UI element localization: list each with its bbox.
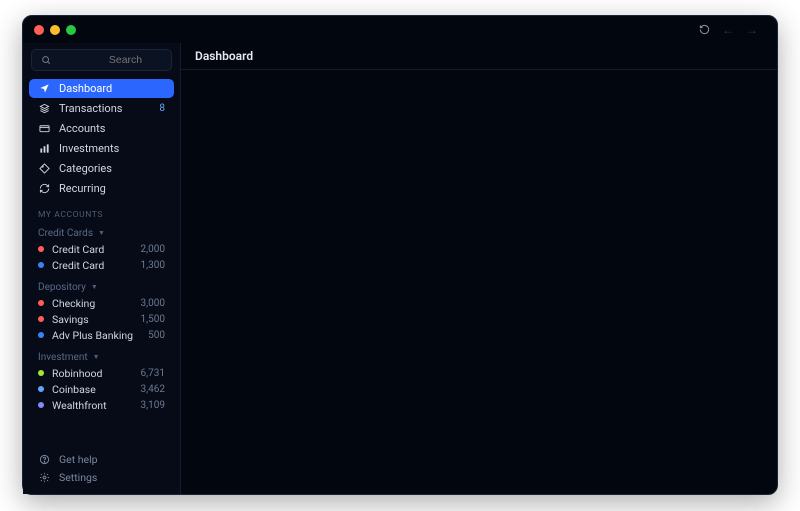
account-row[interactable]: Credit Card2,000 [29, 241, 174, 257]
nav-label: Accounts [59, 122, 105, 135]
header: Dashboard [181, 43, 777, 70]
search-icon [40, 54, 52, 66]
nav-label: Categories [59, 162, 112, 175]
section-header: My Accounts [29, 210, 174, 220]
nav-accounts[interactable]: Accounts [29, 119, 174, 138]
chevron-down-icon: ▼ [93, 353, 100, 361]
account-row[interactable]: Robinhood6,731 [29, 365, 174, 381]
nav-label: Dashboard [59, 82, 112, 95]
color-dot [38, 316, 44, 322]
settings-link[interactable]: Settings [29, 468, 174, 486]
color-dot [38, 246, 44, 252]
color-dot [38, 300, 44, 306]
color-dot [38, 402, 44, 408]
refresh-icon[interactable] [699, 24, 710, 35]
group-depository[interactable]: Depository▼ [29, 279, 174, 295]
nav-investments[interactable]: Investments [29, 139, 174, 158]
nav-categories[interactable]: Categories [29, 159, 174, 178]
nav-transactions[interactable]: Transactions 8 [29, 99, 174, 118]
layers-icon [38, 103, 50, 115]
search-box[interactable] [31, 49, 172, 71]
location-arrow-icon [38, 83, 50, 95]
chevron-down-icon: ▼ [98, 229, 105, 237]
maximize-button[interactable] [66, 25, 76, 35]
account-row[interactable]: Savings1,500 [29, 311, 174, 327]
color-dot [38, 386, 44, 392]
help-icon [38, 453, 50, 465]
nav-label: Recurring [59, 182, 106, 195]
sidebar: Dashboard Transactions 8 Accounts Invest… [23, 43, 181, 494]
traffic-lights [34, 25, 76, 35]
forward-icon[interactable]: → [746, 23, 758, 37]
repeat-icon [38, 183, 50, 195]
nav-recurring[interactable]: Recurring [29, 179, 174, 198]
group-investment[interactable]: Investment▼ [29, 349, 174, 365]
close-button[interactable] [34, 25, 44, 35]
badge: 8 [159, 103, 165, 114]
account-row[interactable]: Coinbase3,462 [29, 381, 174, 397]
card-icon [38, 123, 50, 135]
nav-dashboard[interactable]: Dashboard [29, 79, 174, 98]
nav-label: Transactions [59, 102, 122, 115]
titlebar: ← → [23, 16, 777, 43]
back-icon[interactable]: ← [722, 23, 734, 37]
account-row[interactable]: Adv Plus Banking500 [29, 327, 174, 343]
nav-label: Investments [59, 142, 119, 155]
search-input[interactable] [58, 54, 193, 66]
account-row[interactable]: Checking3,000 [29, 295, 174, 311]
main: Dashboard [181, 43, 777, 494]
tag-icon [38, 163, 50, 175]
account-row[interactable]: Credit Card1,300 [29, 257, 174, 273]
chevron-down-icon: ▼ [91, 283, 98, 291]
get-help-link[interactable]: Get help [29, 450, 174, 468]
content-area [181, 70, 777, 494]
page-title: Dashboard [195, 49, 253, 63]
account-row[interactable]: Wealthfront3,109 [29, 397, 174, 413]
app-window: ← → Dashboard Transactions 8 [22, 15, 778, 495]
group-credit-cards[interactable]: Credit Cards▼ [29, 225, 174, 241]
nav: Dashboard Transactions 8 Accounts Invest… [29, 79, 174, 198]
color-dot [38, 370, 44, 376]
minimize-button[interactable] [50, 25, 60, 35]
color-dot [38, 262, 44, 268]
gear-icon [38, 471, 50, 483]
chart-icon [38, 143, 50, 155]
color-dot [38, 332, 44, 338]
